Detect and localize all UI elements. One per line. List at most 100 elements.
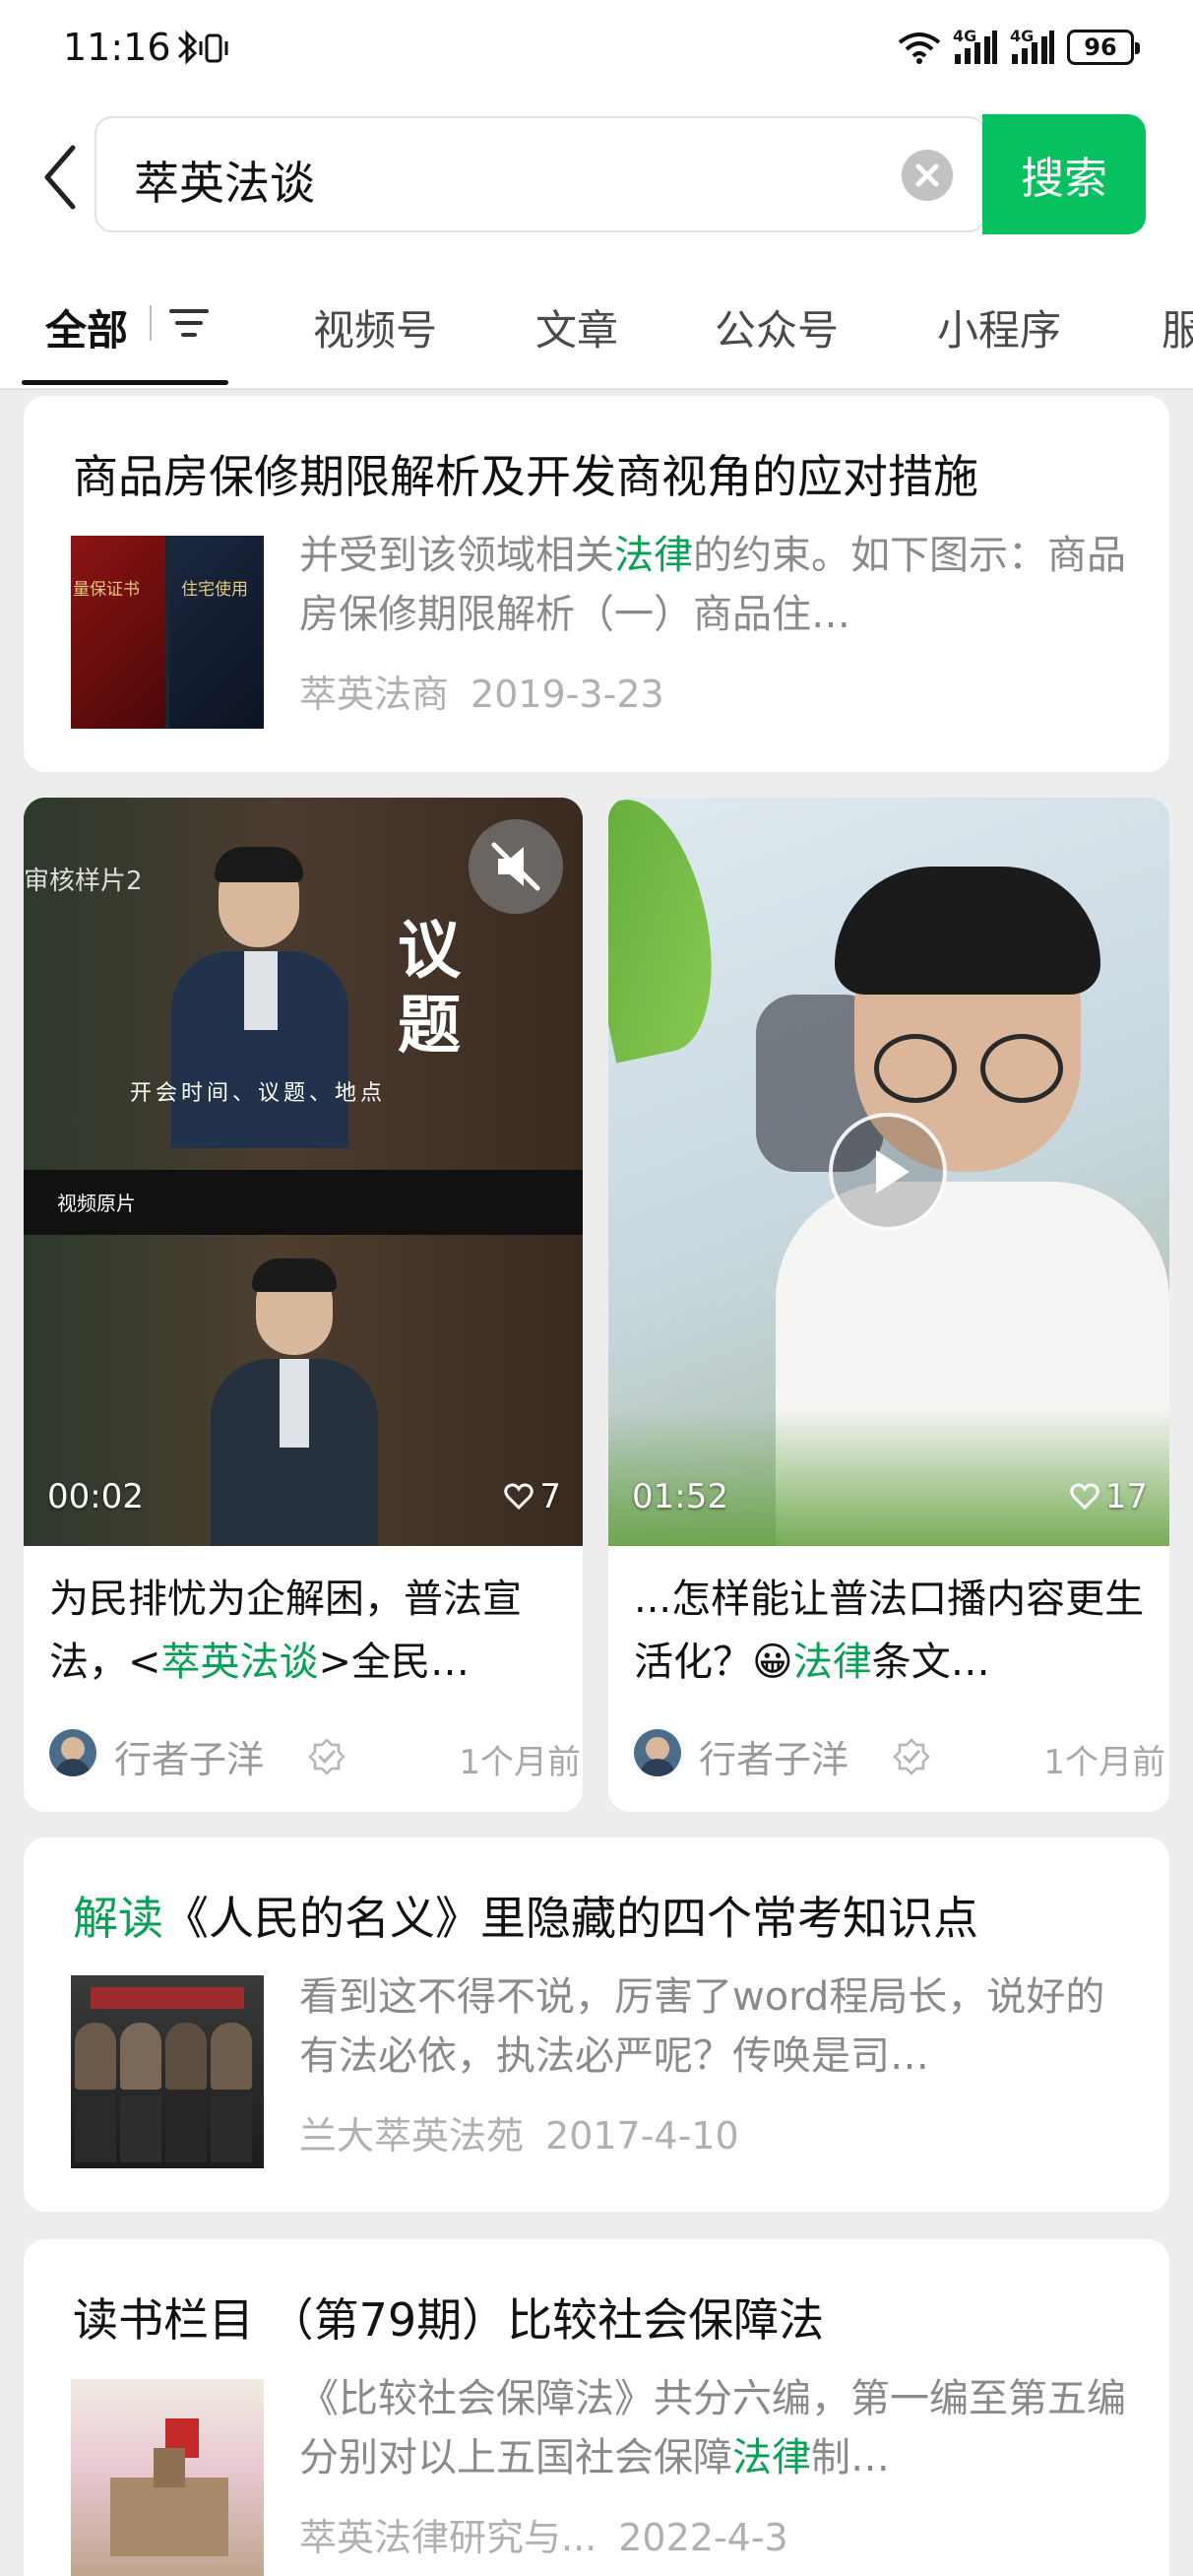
battery-indicator: 96 [1067, 30, 1140, 65]
video-thumbnail[interactable]: 01:52 17 [608, 798, 1169, 1546]
header-shadow [0, 388, 1193, 392]
filter-icon[interactable] [167, 301, 211, 345]
active-tab-indicator [22, 380, 228, 385]
network-label-2: 4G [1010, 27, 1035, 45]
avatar[interactable] [49, 1729, 96, 1776]
article-result-card[interactable]: 解读《人民的名义》里隐藏的四个常考知识点 看到这不得不说，厉害了word程局长，… [24, 1837, 1169, 2212]
battery-level: 96 [1084, 33, 1117, 61]
tab-mini-programs[interactable]: 小程序 [937, 297, 1061, 357]
thumb-label: 住宅使用 [181, 580, 248, 600]
article-meta: 萃英法律研究与... 2022-4-3 [299, 2507, 788, 2561]
article-thumbnail [71, 2379, 264, 2576]
article-meta: 兰大萃英法苑 2017-4-10 [299, 2105, 739, 2159]
status-time: 11:16 [63, 26, 171, 69]
verified-icon [308, 1738, 345, 1775]
article-date: 2019-3-23 [471, 673, 664, 716]
video-likes: 7 [504, 1477, 561, 1516]
post-time: 1个月前 [1043, 1743, 1165, 1782]
play-icon [876, 1150, 910, 1193]
search-button[interactable]: 搜索 [982, 114, 1146, 234]
tab-divider [150, 305, 152, 341]
tab-all[interactable]: 全部 [45, 297, 128, 357]
video-result-card[interactable]: 审核样片2 议 题 开会时间、议题、地点 视频原片 00:02 7 为民排忧为企… [24, 798, 583, 1812]
thumb-label: 量保证书 [73, 580, 140, 600]
article-title[interactable]: 商品房保修期限解析及开发商视角的应对措施 [73, 441, 978, 506]
video-band: 视频原片 [24, 1170, 583, 1235]
tab-channels[interactable]: 视频号 [313, 297, 437, 357]
clear-icon[interactable] [902, 150, 953, 201]
article-snippet: 并受到该领域相关法律的约束。如下图示：商品房保修期限解析（一）商品住… [299, 526, 1126, 644]
wifi-icon [898, 32, 941, 64]
tab-services[interactable]: 服 [1162, 297, 1193, 357]
video-meta: 行者子洋 1个月前 [634, 1723, 1165, 1782]
status-right: 4G 4G 96 [898, 26, 1140, 69]
network-label-1: 4G [953, 27, 977, 45]
snippet-text: 并受到该领域相关 [299, 533, 614, 578]
search-box[interactable]: 萃英法谈 [94, 116, 986, 232]
article-meta: 萃英法商 2019-3-23 [299, 664, 664, 718]
caption-highlight: 萃英法谈 [160, 1640, 319, 1685]
heart-icon [1069, 1483, 1099, 1511]
tab-articles[interactable]: 文章 [535, 297, 618, 357]
article-snippet: 《比较社会保障法》共分六编，第一编至第五编分别对以上五国社会保障法律制… [299, 2369, 1146, 2487]
video-meta: 行者子洋 1个月前 [49, 1723, 581, 1782]
article-title[interactable]: 解读《人民的名义》里隐藏的四个常考知识点 [73, 1883, 978, 1948]
author-name[interactable]: 行者子洋 [114, 1729, 264, 1783]
video-thumbnail[interactable]: 审核样片2 议 题 开会时间、议题、地点 视频原片 00:02 7 [24, 798, 583, 1546]
article-result-card[interactable]: 商品房保修期限解析及开发商视角的应对措施 量保证书 住宅使用 并受到该领域相关法… [24, 396, 1169, 772]
bluetooth-vibrate-icon [177, 30, 228, 65]
caption-text: >全民… [318, 1640, 471, 1685]
article-source[interactable]: 萃英法律研究与... [299, 2516, 596, 2559]
back-arrow-icon[interactable] [35, 138, 85, 217]
avatar[interactable] [634, 1729, 681, 1776]
article-thumbnail: 量保证书 住宅使用 [71, 536, 264, 729]
thumb-booklet-red [71, 536, 165, 729]
mute-button[interactable] [469, 819, 563, 914]
search-input[interactable]: 萃英法谈 [134, 148, 315, 213]
title-highlight: 解读 [73, 1892, 163, 1945]
overlay-text: 开会时间、议题、地点 [130, 1081, 387, 1106]
overlay-text: 审核样片2 [24, 867, 143, 896]
article-date: 2022-4-3 [618, 2516, 788, 2559]
video-frame-top: 审核样片2 议 题 开会时间、议题、地点 [24, 798, 583, 1170]
video-result-card[interactable]: 01:52 17 ...怎样能让普法口播内容更生活化？😀法律条文… 行者子洋 1… [608, 798, 1169, 1812]
mute-icon [491, 842, 540, 891]
video-caption[interactable]: ...怎样能让普法口播内容更生活化？😀法律条文… [634, 1568, 1165, 1694]
article-title[interactable]: 读书栏目 （第79期）比较社会保障法 [73, 2285, 824, 2350]
article-thumbnail [71, 1975, 264, 2168]
article-result-card[interactable]: 读书栏目 （第79期）比较社会保障法 《比较社会保障法》共分六编，第一编至第五编… [24, 2239, 1169, 2576]
poster-title-bar [91, 1987, 244, 2009]
snippet-highlight: 法律 [614, 533, 693, 578]
like-count: 7 [539, 1477, 561, 1516]
like-count: 17 [1104, 1477, 1148, 1516]
speaker-figure [211, 1258, 378, 1546]
article-snippet: 看到这不得不说，厉害了word程局长，说好的有法必依，执法必严呢？传唤是司… [299, 1974, 1105, 2079]
snippet-highlight: 法律 [732, 2435, 811, 2480]
tab-official-accounts[interactable]: 公众号 [715, 297, 839, 357]
search-header: 萃英法谈 搜索 全部 视频号 文章 公众号 小程序 服 [0, 98, 1193, 392]
status-bar: 11:16 4G 4G 96 [0, 0, 1193, 98]
thumb-booklet-navy [169, 536, 264, 729]
article-source[interactable]: 兰大萃英法苑 [299, 2114, 524, 2157]
article-source[interactable]: 萃英法商 [299, 673, 449, 716]
video-duration: 00:02 [47, 1477, 144, 1516]
video-caption[interactable]: 为民排忧为企解困，普法宣法，<萃英法谈>全民… [49, 1568, 581, 1694]
play-button[interactable] [829, 1113, 947, 1231]
video-duration: 01:52 [632, 1477, 728, 1516]
signal-1: 4G [953, 27, 998, 64]
author-name[interactable]: 行者子洋 [699, 1729, 848, 1783]
poster-faces [71, 2019, 264, 2168]
signal-2: 4G [1010, 27, 1055, 64]
heart-icon [504, 1483, 534, 1511]
plant-leaf [608, 798, 732, 1063]
snippet-text: 《比较社会保障法》共分六编，第一编至第五编分别对以上五国社会保障 [299, 2376, 1126, 2480]
caption-text: 条文… [871, 1640, 990, 1685]
overlay-text: 题 [398, 990, 461, 1063]
verified-icon [893, 1738, 930, 1775]
overlay-text: 视频原片 [57, 1191, 136, 1215]
post-time: 1个月前 [459, 1743, 581, 1782]
caption-highlight: 法律 [792, 1640, 872, 1685]
poster-tower [154, 2448, 185, 2487]
video-likes: 17 [1069, 1477, 1148, 1516]
title-text: 《人民的名义》里隐藏的四个常考知识点 [163, 1892, 978, 1945]
